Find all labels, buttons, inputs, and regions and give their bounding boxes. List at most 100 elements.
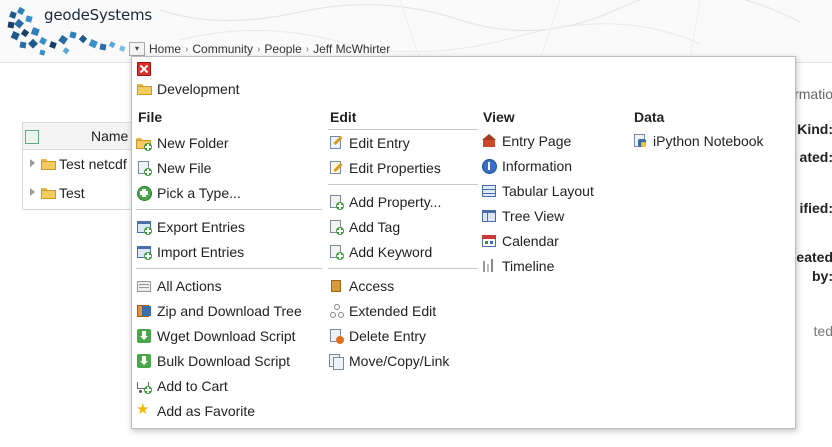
new-file-icon [136, 160, 152, 176]
info-label-kind: Kind: [797, 121, 832, 137]
menu-item-label: Edit Properties [349, 159, 441, 176]
table-row[interactable]: Test netcdf [23, 150, 143, 179]
menu-item-move-copy-link[interactable]: Move/Copy/Link [328, 348, 478, 373]
information-icon [481, 158, 497, 174]
menu-item-all-actions[interactable]: All Actions [136, 273, 322, 298]
bulk-download-icon [136, 353, 152, 369]
menu-item-bulk-download-script[interactable]: Bulk Download Script [136, 348, 322, 373]
folder-icon [41, 159, 56, 170]
entry-actions-menu: Development File New Folder New File Pick a… [131, 56, 796, 429]
menu-item-entry-page[interactable]: Entry Page [481, 128, 631, 153]
name-column-header[interactable]: Name [91, 128, 128, 144]
close-icon[interactable] [137, 62, 151, 76]
menu-item-add-as-favorite[interactable]: ★ Add as Favorite [136, 398, 322, 423]
info-label-related: ted [813, 323, 832, 339]
menu-item-label: Add as Favorite [157, 402, 256, 419]
menu-column-heading: Data [634, 109, 665, 125]
menu-item-label: New Folder [157, 134, 229, 151]
menu-item-label: Add Property... [349, 193, 442, 210]
menu-item-label: Delete Entry [349, 327, 427, 344]
menu-item-label: iPython Notebook [653, 132, 764, 149]
menu-column-heading: File [138, 109, 163, 125]
entries-table-header: Name [23, 123, 143, 150]
edit-entry-icon [328, 135, 344, 151]
add-property-icon [328, 194, 344, 210]
menu-item-add-to-cart[interactable]: Add to Cart [136, 373, 322, 398]
add-keyword-icon [328, 244, 344, 260]
menu-item-import-entries[interactable]: Import Entries [136, 239, 322, 264]
menu-divider [136, 268, 322, 269]
menu-divider [136, 209, 322, 210]
breadcrumb-people[interactable]: People [264, 42, 301, 56]
menu-divider [328, 268, 478, 269]
table-row[interactable]: Test [23, 179, 143, 208]
menu-item-new-file[interactable]: New File [136, 155, 322, 180]
breadcrumb-separator: › [185, 43, 189, 55]
menu-item-label: Add to Cart [157, 377, 228, 394]
extended-edit-icon [328, 303, 344, 319]
entry-page-icon [481, 133, 497, 149]
menu-item-label: Information [502, 157, 573, 174]
site-header: geodeSystems ▾ Home › Community › People… [0, 0, 832, 63]
breadcrumb-community[interactable]: Community [192, 42, 253, 56]
menu-item-information[interactable]: Information [481, 153, 631, 178]
menu-title: Development [137, 81, 240, 97]
new-folder-icon [136, 135, 152, 151]
menu-item-label: Calendar [502, 232, 559, 249]
menu-item-timeline[interactable]: Timeline [481, 253, 631, 278]
calendar-icon [481, 233, 497, 249]
tabular-icon [481, 183, 497, 199]
menu-item-access[interactable]: Access [328, 273, 478, 298]
entry-name[interactable]: Test netcdf [59, 156, 127, 172]
menu-column-file: File New Folder New File Pick a Type... Expo… [136, 109, 322, 423]
menu-item-calendar[interactable]: Calendar [481, 228, 631, 253]
menu-item-tree-view[interactable]: Tree View [481, 203, 631, 228]
menu-divider [328, 184, 478, 185]
menu-item-label: New File [157, 159, 212, 176]
tree-view-icon [481, 208, 497, 224]
menu-item-edit-properties[interactable]: Edit Properties [328, 155, 478, 180]
breadcrumb-separator: › [305, 43, 310, 55]
breadcrumb-toggle-button[interactable]: ▾ [129, 42, 145, 56]
menu-item-tabular-layout[interactable]: Tabular Layout [481, 178, 631, 203]
menu-item-add-keyword[interactable]: Add Keyword [328, 239, 478, 264]
all-actions-icon [136, 278, 152, 294]
menu-item-label: Wget Download Script [157, 327, 296, 344]
folder-icon [41, 188, 56, 199]
menu-item-label: Entry Page [502, 132, 572, 149]
menu-item-label: Pick a Type... [157, 184, 241, 201]
menu-item-add-tag[interactable]: Add Tag [328, 214, 478, 239]
menu-item-extended-edit[interactable]: Extended Edit [328, 298, 478, 323]
info-label-by: by: [812, 268, 832, 284]
menu-item-wget-download-script[interactable]: Wget Download Script [136, 323, 322, 348]
info-label-modified: ified: [799, 200, 832, 216]
menu-item-add-property[interactable]: Add Property... [328, 189, 478, 214]
breadcrumb: Home › Community › People › Jeff McWhirt… [149, 42, 390, 56]
import-icon [136, 244, 152, 260]
menu-item-edit-entry[interactable]: Edit Entry [328, 130, 478, 155]
menu-item-new-folder[interactable]: New Folder [136, 130, 322, 155]
menu-item-ipython-notebook[interactable]: iPython Notebook [632, 128, 792, 153]
menu-item-label: Zip and Download Tree [157, 302, 302, 319]
menu-item-label: Tree View [502, 207, 565, 224]
breadcrumb-current[interactable]: Jeff McWhirter [313, 42, 390, 56]
expand-arrow-icon[interactable] [30, 159, 35, 167]
menu-item-delete-entry[interactable]: Delete Entry [328, 323, 478, 348]
menu-item-export-entries[interactable]: Export Entries [136, 214, 322, 239]
menu-item-label: Edit Entry [349, 134, 410, 151]
menu-item-zip-and-download-tree[interactable]: Zip and Download Tree [136, 298, 322, 323]
access-icon [328, 278, 344, 294]
menu-item-label: All Actions [157, 277, 222, 294]
info-panel-title: rmatio [794, 86, 832, 102]
select-all-checkbox[interactable] [25, 130, 39, 144]
brand-name: geodeSystems [44, 6, 153, 24]
expand-arrow-icon[interactable] [30, 188, 35, 196]
menu-item-label: Bulk Download Script [157, 352, 291, 369]
entry-name[interactable]: Test [59, 185, 85, 201]
entries-table: Name Test netcdf Test [22, 122, 144, 210]
menu-item-pick-a-type[interactable]: Pick a Type... [136, 180, 322, 205]
breadcrumb-home[interactable]: Home [149, 42, 181, 56]
info-label-created: ated: [799, 149, 832, 165]
timeline-icon [481, 258, 497, 274]
menu-column-view: View Entry Page Information Tabular Layout T… [481, 109, 631, 278]
